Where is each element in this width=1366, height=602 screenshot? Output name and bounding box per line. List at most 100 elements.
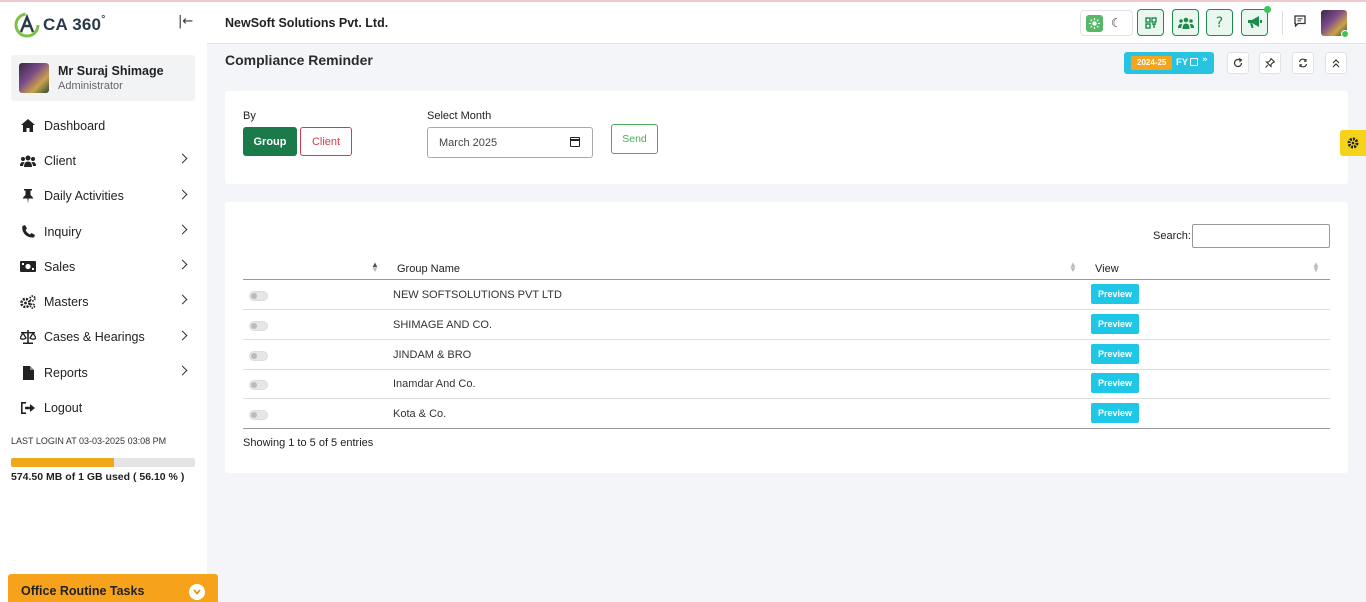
filter-card: By Group Client Select Month March 2025 …	[225, 91, 1348, 184]
phone-icon	[20, 224, 36, 240]
group-name-cell: Kota & Co.	[393, 408, 447, 420]
table-row: SHIMAGE AND CO. Preview	[243, 310, 1330, 340]
pin-icon	[20, 188, 36, 204]
team-button[interactable]	[1172, 9, 1199, 36]
storage-usage-text: 574.50 MB of 1 GB used ( 56.10 % )	[11, 471, 185, 483]
row-toggle[interactable]	[249, 321, 268, 331]
apps-button[interactable]	[1137, 9, 1164, 36]
office-routine-tasks-label: Office Routine Tasks	[21, 584, 145, 598]
send-button[interactable]: Send	[611, 124, 658, 154]
last-login-text: LAST LOGIN AT 03-03-2025 03:08 PM	[11, 436, 167, 446]
chevron-right-icon	[177, 365, 188, 376]
pin-button[interactable]	[1259, 52, 1281, 74]
sidebar-item-label: Logout	[44, 401, 83, 416]
office-routine-tasks-panel[interactable]: Office Routine Tasks	[8, 574, 218, 602]
app-logo[interactable]: CA 360 °	[13, 11, 105, 39]
users-icon	[20, 153, 36, 169]
sidebar-item-client[interactable]: Client	[0, 143, 207, 178]
sidebar-item-label: Dashboard	[44, 118, 106, 133]
column-header-group-name[interactable]: Group Name	[397, 263, 460, 275]
company-name: NewSoft Solutions Pvt. Ltd.	[225, 16, 389, 30]
sort-asc-icon[interactable]: ▲ ▼	[371, 261, 379, 274]
table-row: NEW SOFTSOLUTIONS PVT LTD Preview	[243, 280, 1330, 310]
settings-gear-button[interactable]	[1340, 130, 1366, 156]
theme-toggle[interactable]: ☾	[1080, 10, 1133, 36]
notification-dot	[1264, 6, 1271, 13]
profile-role: Administrator	[58, 80, 123, 92]
double-chevron-down-icon: »	[1202, 55, 1208, 65]
sidebar-item-cases-hearings[interactable]: Cases & Hearings	[0, 320, 207, 355]
preview-button[interactable]: Preview	[1091, 403, 1139, 423]
scale-icon	[20, 329, 36, 345]
collapse-up-button[interactable]	[1325, 52, 1347, 74]
sidebar-item-logout[interactable]: Logout	[0, 390, 207, 425]
table-row: Inamdar And Co. Preview	[243, 369, 1330, 399]
fy-label: FY	[1176, 57, 1189, 68]
collapse-sidebar-icon[interactable]: |←	[178, 14, 193, 29]
avatar	[19, 63, 49, 93]
logo-icon	[14, 12, 40, 38]
sync-button[interactable]	[1292, 52, 1314, 74]
chevron-right-icon	[177, 330, 188, 341]
group-name-cell: NEW SOFTSOLUTIONS PVT LTD	[393, 289, 562, 301]
preview-button[interactable]: Preview	[1091, 373, 1139, 393]
fy-selector[interactable]: 2024-25 FY »	[1124, 52, 1214, 74]
home-icon	[20, 118, 36, 134]
preview-button[interactable]: Preview	[1091, 284, 1139, 304]
moon-icon[interactable]: ☾	[1111, 16, 1122, 30]
announcements-button[interactable]	[1241, 6, 1271, 36]
page-title: Compliance Reminder	[225, 52, 373, 68]
sidebar-item-inquiry[interactable]: Inquiry	[0, 214, 207, 249]
sync-icon	[1298, 58, 1308, 68]
row-toggle[interactable]	[249, 380, 268, 390]
cogs-icon	[20, 294, 36, 310]
user-profile[interactable]: Mr Suraj Shimage Administrator	[11, 55, 195, 101]
sidebar: CA 360 ° |← Mr Suraj Shimage Administrat…	[0, 2, 218, 602]
row-toggle[interactable]	[249, 410, 268, 420]
sidebar-item-sales[interactable]: Sales	[0, 249, 207, 284]
table-row: Kota & Co. Preview	[243, 399, 1330, 429]
sidebar-item-label: Cases & Hearings	[44, 330, 145, 345]
select-month-label: Select Month	[427, 110, 492, 122]
grid-icon	[1144, 16, 1157, 29]
preview-button[interactable]: Preview	[1091, 344, 1139, 364]
column-header-view[interactable]: View	[1095, 263, 1119, 275]
sidebar-item-dashboard[interactable]: Dashboard	[0, 108, 207, 143]
chevron-down-icon[interactable]	[189, 584, 205, 600]
storage-usage-fill	[11, 458, 115, 467]
group-button[interactable]: Group	[243, 127, 297, 156]
refresh-button[interactable]	[1227, 52, 1249, 74]
group-table-card: Search: ▲ ▼ Group Name ▲ ▼ View ▲ ▼ NEW SOF…	[225, 202, 1348, 473]
team-icon	[1177, 17, 1194, 29]
sort-icon[interactable]: ▲ ▼	[1069, 261, 1077, 274]
calendar-icon[interactable]	[570, 137, 580, 147]
by-label: By	[243, 110, 256, 122]
top-header: NewSoft Solutions Pvt. Ltd. ☾ ?	[207, 2, 1366, 44]
pushpin-icon	[1265, 58, 1275, 68]
client-button[interactable]: Client	[300, 127, 352, 156]
chevron-right-icon	[177, 189, 188, 200]
help-button[interactable]: ?	[1206, 9, 1233, 36]
row-toggle[interactable]	[249, 291, 268, 301]
app-root: CA 360 ° |← Mr Suraj Shimage Administrat…	[0, 0, 1366, 602]
row-toggle[interactable]	[249, 351, 268, 361]
table-info: Showing 1 to 5 of 5 entries	[243, 437, 374, 449]
sidebar-item-label: Inquiry	[44, 224, 82, 239]
sidebar-item-label: Daily Activities	[44, 189, 124, 204]
online-status-dot	[1341, 30, 1349, 38]
double-chevron-up-icon	[1332, 58, 1340, 67]
logo-text: CA 360	[43, 15, 102, 34]
group-name-cell: SHIMAGE AND CO.	[393, 319, 493, 331]
sun-icon[interactable]	[1086, 15, 1103, 32]
gear-icon	[1347, 137, 1359, 149]
sidebar-item-reports[interactable]: Reports	[0, 355, 207, 390]
sidebar-item-daily-activities[interactable]: Daily Activities	[0, 179, 207, 214]
search-input[interactable]	[1192, 224, 1330, 248]
sidebar-item-masters[interactable]: Masters	[0, 284, 207, 319]
chat-icon[interactable]	[1292, 13, 1308, 29]
storage-usage-bar	[11, 458, 195, 467]
sidebar-item-label: Reports	[44, 365, 88, 380]
month-input[interactable]: March 2025	[427, 127, 593, 158]
sort-icon[interactable]: ▲ ▼	[1312, 261, 1320, 274]
preview-button[interactable]: Preview	[1091, 314, 1139, 334]
